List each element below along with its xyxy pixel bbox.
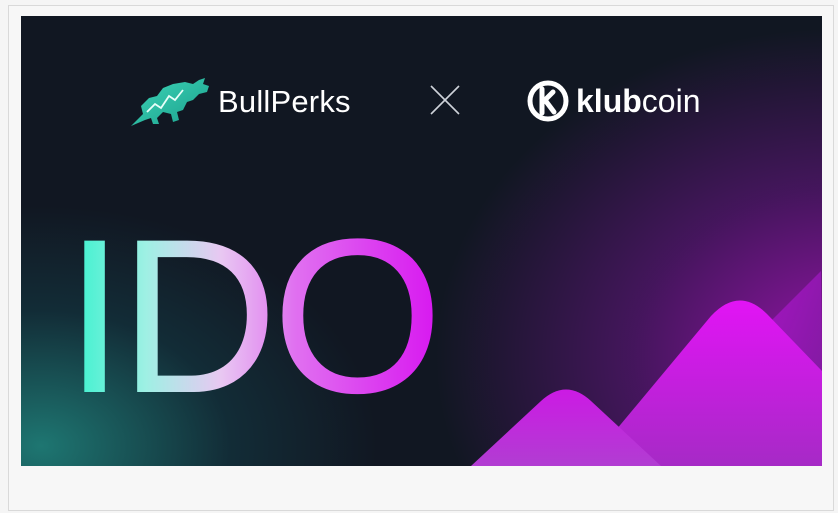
klubcoin-wordmark-bold: klub [576, 83, 642, 119]
close-icon [430, 85, 460, 115]
ido-headline: IDO [64, 193, 443, 439]
klubcoin-wordmark: klubcoin [576, 83, 700, 120]
bullperks-wordmark: BullPerks [218, 84, 351, 119]
klubcoin-k-icon [527, 80, 569, 122]
partner-logos: BullPerks klubcoin [21, 76, 822, 136]
ido-banner-image[interactable]: BullPerks klubcoin IDO [21, 16, 822, 466]
bull-icon [131, 78, 209, 126]
klubcoin-wordmark-light: coin [641, 83, 701, 119]
